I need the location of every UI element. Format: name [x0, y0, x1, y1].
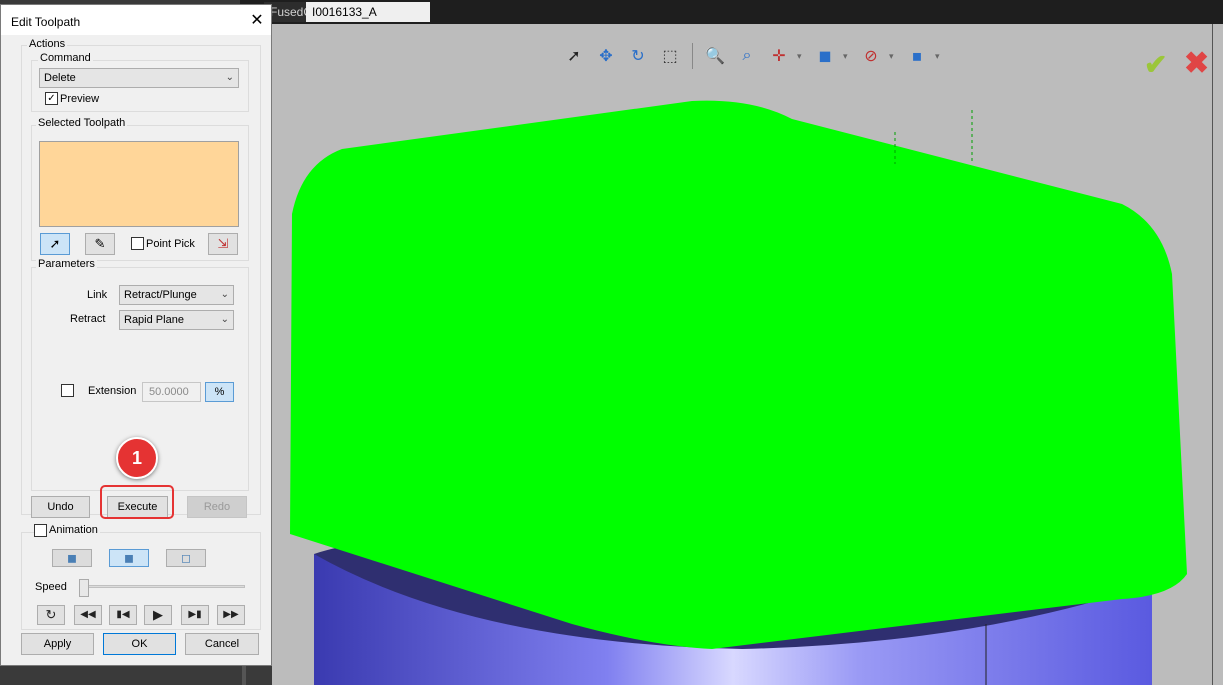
- animation-label: Animation: [47, 524, 100, 536]
- preview-checkbox[interactable]: ✓: [45, 92, 58, 105]
- wireframe-view-button[interactable]: ◻: [166, 549, 206, 567]
- zoom-icon[interactable]: ⌕: [733, 43, 761, 69]
- step-forward-icon: ▶▮: [188, 609, 202, 620]
- rewind-button[interactable]: ◀◀: [74, 605, 102, 625]
- selected-toolpath-label: Selected Toolpath: [36, 117, 128, 129]
- step-callout-badge: 1: [116, 437, 158, 479]
- close-icon[interactable]: ✕: [247, 11, 267, 31]
- extension-label: Extension: [88, 385, 137, 397]
- cancel-button[interactable]: Cancel: [185, 633, 259, 655]
- redo-button[interactable]: Redo: [187, 496, 247, 518]
- toolbar-separator: [692, 43, 693, 69]
- selected-toolpath-list[interactable]: [39, 141, 239, 227]
- pick-icon: ✎: [94, 236, 106, 251]
- toolpath-icon: ⇲: [217, 236, 229, 251]
- select-arrow-icon[interactable]: ➚: [560, 43, 588, 69]
- dialog-titlebar[interactable]: Edit Toolpath ✕: [1, 5, 271, 35]
- edit-toolpath-dialog: Edit Toolpath ✕ Actions Command Delete ⌄…: [0, 4, 272, 666]
- shaded-view-button[interactable]: ◼: [109, 549, 149, 567]
- fast-forward-icon: ▶▶: [223, 609, 239, 620]
- step-back-button[interactable]: ▮◀: [109, 605, 137, 625]
- pointer-icon: ➚: [49, 236, 61, 251]
- chevron-down-icon[interactable]: ▾: [843, 51, 853, 62]
- accept-checkmark-icon[interactable]: ✔: [1144, 48, 1167, 81]
- shaded-cube-icon: ◼: [124, 551, 134, 565]
- toolpath-options-button[interactable]: ⇲: [208, 233, 238, 255]
- model-scene: [290, 100, 1187, 685]
- link-select-value: Retract/Plunge: [124, 289, 197, 301]
- percent-toggle-button[interactable]: %: [205, 382, 234, 402]
- command-select-value: Delete: [44, 72, 76, 84]
- link-label: Link: [87, 289, 108, 301]
- part-green-surface: [290, 100, 1187, 649]
- retract-label: Retract: [70, 313, 106, 325]
- speed-label: Speed: [35, 581, 67, 593]
- axis-icon[interactable]: ✛: [765, 43, 793, 69]
- extension-input[interactable]: 50.0000: [142, 382, 201, 402]
- play-button[interactable]: ▶: [144, 605, 172, 625]
- apply-button[interactable]: Apply: [21, 633, 94, 655]
- 3d-viewport[interactable]: ➚ ✥ ↻ ⬚ 🔍 ⌕ ✛ ▾ ◼ ▾ ⊘ ▾ ◼ ▾ ✔ ✖: [272, 24, 1223, 685]
- loop-icon: ↻: [45, 607, 57, 622]
- undo-button[interactable]: Undo: [31, 496, 90, 518]
- preview-label: Preview: [60, 93, 100, 105]
- view-toolbar: ➚ ✥ ↻ ⬚ 🔍 ⌕ ✛ ▾ ◼ ▾ ⊘ ▾ ◼ ▾: [560, 42, 945, 70]
- dialog-title: Edit Toolpath: [11, 15, 81, 29]
- pick-toolpath-button[interactable]: ✎: [85, 233, 115, 255]
- chevron-down-icon: ⌄: [220, 314, 229, 325]
- move-icon[interactable]: ✥: [592, 43, 620, 69]
- solid-cube-icon: ◼: [67, 551, 77, 565]
- command-label: Command: [38, 52, 93, 64]
- rotate-icon[interactable]: ↻: [624, 43, 652, 69]
- retract-select[interactable]: Rapid Plane ⌄: [119, 310, 234, 330]
- execute-highlight-box: [100, 485, 174, 519]
- reject-x-icon[interactable]: ✖: [1184, 46, 1209, 81]
- command-select[interactable]: Delete ⌄: [39, 68, 239, 88]
- zoom-all-icon[interactable]: 🔍: [701, 43, 729, 69]
- rewind-icon: ◀◀: [80, 609, 96, 620]
- actions-label: Actions: [27, 38, 68, 50]
- play-icon: ▶: [153, 607, 163, 622]
- chevron-down-icon[interactable]: ▾: [889, 51, 899, 62]
- point-pick-label: Point Pick: [146, 238, 195, 250]
- chevron-down-icon[interactable]: ▾: [797, 51, 807, 62]
- ok-button[interactable]: OK: [103, 633, 176, 655]
- visibility-icon[interactable]: ⊘: [857, 43, 885, 69]
- speed-slider-thumb[interactable]: [79, 579, 89, 597]
- extension-checkbox[interactable]: [61, 384, 74, 397]
- link-select[interactable]: Retract/Plunge ⌄: [119, 285, 234, 305]
- box-select-icon[interactable]: ⬚: [656, 43, 684, 69]
- document-tab-bar: FusedCAD1 I0016133_A _BC.bbcd: [240, 0, 1223, 39]
- chevron-down-icon[interactable]: ▾: [935, 51, 945, 62]
- animation-checkbox[interactable]: [34, 524, 47, 537]
- step-forward-button[interactable]: ▶▮: [181, 605, 209, 625]
- tab-part-file[interactable]: I0016133_A _BC.bbcd: [306, 2, 430, 39]
- retract-select-value: Rapid Plane: [124, 314, 184, 326]
- point-pick-checkbox[interactable]: [131, 237, 144, 250]
- select-pointer-button[interactable]: ➚: [40, 233, 70, 255]
- speed-slider-track[interactable]: [83, 585, 245, 588]
- solid-view-button[interactable]: ◼: [52, 549, 92, 567]
- chevron-down-icon: ⌄: [220, 289, 229, 300]
- view-cube-icon[interactable]: ◼: [811, 43, 839, 69]
- parameters-label: Parameters: [36, 258, 97, 270]
- fast-forward-button[interactable]: ▶▶: [217, 605, 245, 625]
- wireframe-cube-icon: ◻: [181, 551, 191, 565]
- chevron-down-icon: ⌄: [225, 72, 234, 83]
- step-back-icon: ▮◀: [116, 609, 130, 620]
- loop-button[interactable]: ↻: [37, 605, 65, 625]
- shade-icon[interactable]: ◼: [903, 43, 931, 69]
